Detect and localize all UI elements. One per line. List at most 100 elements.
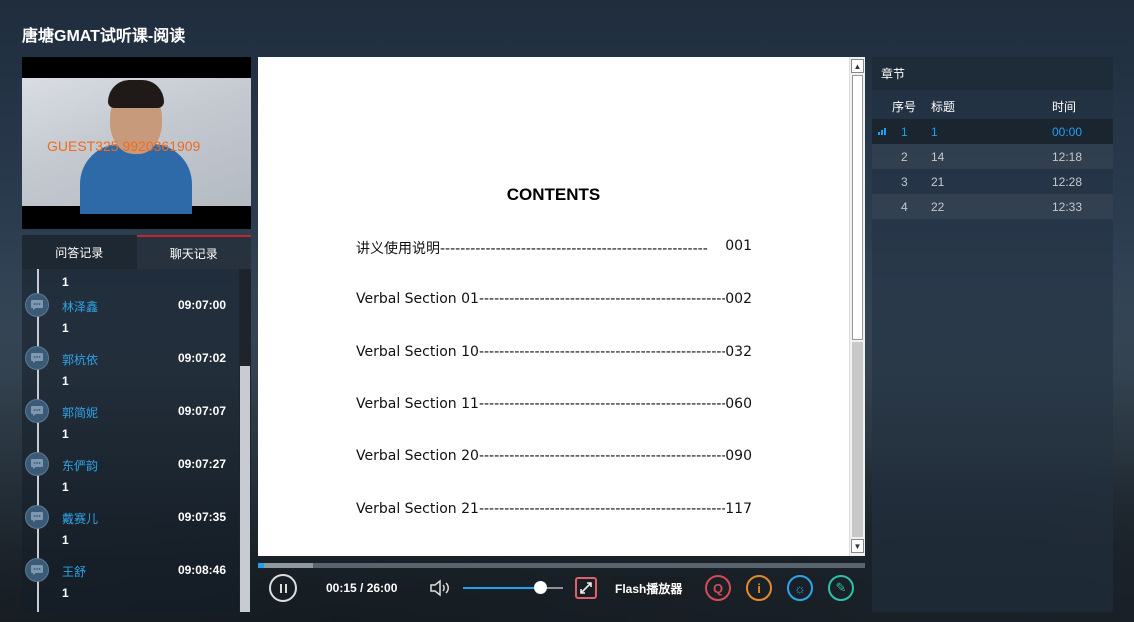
chapter-title: 21 [931,175,945,189]
toc-page: 002 [725,291,752,307]
qa-time: 09:08:46 [177,563,226,577]
qa-list: 1 林泽鑫 09:07:00 1 郭杭依 09:07:02 1 郭简妮 09:0… [22,269,239,612]
qa-scrollbar[interactable] [239,269,251,612]
toc-dashes: ----------------------------------------… [478,344,747,360]
volume-fill [463,587,540,589]
video-frame: GUEST325 9920361909 [22,78,251,214]
chapter-index: 4 [901,200,908,214]
video-panel[interactable]: GUEST325 9920361909 [22,57,251,229]
qa-time: 09:07:02 [177,351,226,365]
presenter-hair [108,80,164,108]
chapter-row[interactable]: 1 1 00:00 [872,119,1113,144]
user-icon [25,558,49,582]
column-index: 序号 [892,100,917,114]
player-controls: 00:15 / 26:00 Flash播放器 Q i ☼ ✎ [258,568,865,608]
user-icon [25,293,49,317]
qa-user-name: 郭简妮 [62,406,99,420]
qa-panel: 问答记录 聊天记录 1 林泽鑫 09:07:00 1 郭杭依 09:07:02 … [22,235,251,612]
qa-value: 1 [62,427,69,441]
info-icon[interactable]: i [746,575,772,601]
scroll-down-icon[interactable]: ▼ [851,539,864,553]
playing-icon [878,128,886,135]
list-item[interactable]: 林泽鑫 09:07:00 1 [22,293,239,346]
toc-entry: Verbal Section 11-----------------------… [356,396,752,412]
toc-entry: Verbal Section 01-----------------------… [356,291,752,307]
toc-label: Verbal Section 10 [356,344,479,360]
pause-icon[interactable] [269,574,297,602]
chapter-index: 1 [901,125,908,139]
toc-label: Verbal Section 20 [356,448,479,464]
pen-icon[interactable]: ✎ [828,575,854,601]
toc-label: Verbal Section 21 [356,501,479,517]
qa-value: 1 [62,586,69,600]
qa-scroll-thumb[interactable] [240,366,250,612]
volume-slider[interactable] [463,587,563,589]
timecode: 00:15 / 26:00 [326,581,398,595]
toc-page: 090 [725,448,752,464]
qa-value: 1 [62,533,69,547]
volume-icon[interactable] [429,579,453,597]
list-item[interactable]: 东俨韵 09:07:27 1 [22,452,239,505]
presenter-body [80,144,192,214]
volume-knob[interactable] [534,581,547,594]
document-page: CONTENTS 讲义使用说明-------------------------… [258,57,849,556]
chapter-index: 3 [901,175,908,189]
qa-time: 09:07:35 [177,510,226,524]
toc-label: 讲义使用说明 [356,241,440,257]
qa-icon[interactable]: Q [705,575,731,601]
toc-entry: Verbal Section 20-----------------------… [356,448,752,464]
chapter-title: 22 [931,200,945,214]
chapter-row[interactable]: 4 22 12:33 [872,194,1113,219]
list-item[interactable]: 郭简妮 09:07:07 1 [22,399,239,452]
qa-time: 09:07:00 [177,298,226,312]
toc-dashes: ----------------------------------------… [478,396,747,412]
qa-time: 09:07:27 [177,457,226,471]
document-scrollbar[interactable]: ▲ ▼ [849,57,865,556]
chapter-index: 2 [901,150,908,164]
chapter-row[interactable]: 2 14 12:18 [872,144,1113,169]
qa-value: 1 [62,374,69,388]
chapter-title: 14 [931,150,945,164]
toc-dashes: ----------------------------------------… [478,448,747,464]
toc-entry: 讲义使用说明----------------------------------… [356,238,752,258]
toc-label: Verbal Section 01 [356,291,479,307]
list-item[interactable]: 戴赛儿 09:07:35 1 [22,505,239,558]
chapter-header: 章节 [872,57,1113,90]
column-title: 标题 [931,100,956,114]
user-icon [25,399,49,423]
document-title: CONTENTS [506,185,601,204]
qa-user-name: 林泽鑫 [62,300,99,314]
chapter-time: 00:00 [1052,125,1083,139]
chapter-row[interactable]: 3 21 12:28 [872,169,1113,194]
document-scroll-track[interactable] [852,342,863,537]
toc-entry: Verbal Section 21-----------------------… [356,501,752,517]
toc-dashes: ----------------------------------------… [478,291,747,307]
chapter-title: 1 [931,125,938,139]
scroll-up-icon[interactable]: ▲ [851,59,864,73]
flash-player-button[interactable]: Flash播放器 [610,577,688,599]
fullscreen-icon[interactable] [575,577,597,599]
qa-user-name: 东俨韵 [62,459,99,473]
chapter-columns: 序号 标题 时间 [872,90,1113,119]
toc-label: Verbal Section 11 [356,396,479,412]
document-viewer[interactable]: CONTENTS 讲义使用说明-------------------------… [258,57,865,556]
toc-dashes: ----------------------------------------… [478,501,747,517]
toc-dashes: ----------------------------------------… [440,241,708,257]
toc-page: 032 [725,344,752,360]
list-item[interactable]: 王舒 09:08:46 1 [22,558,239,611]
list-item[interactable]: 郭杭依 09:07:02 1 [22,346,239,399]
qa-value: 1 [62,321,69,335]
chapter-time: 12:33 [1052,200,1083,214]
qa-time: 09:07:07 [177,404,226,418]
document-scroll-thumb[interactable] [852,75,863,340]
light-icon[interactable]: ☼ [787,575,813,601]
qa-value: 1 [62,275,69,289]
user-icon [25,505,49,529]
chapter-time: 12:28 [1052,175,1083,189]
column-time: 时间 [1052,100,1077,114]
page-title: 唐塘GMAT试听课-阅读 [22,28,186,45]
qa-user-name: 王舒 [62,565,87,579]
chapter-time: 12:18 [1052,150,1083,164]
qa-user-name: 郭杭依 [62,353,99,367]
user-icon [25,346,49,370]
